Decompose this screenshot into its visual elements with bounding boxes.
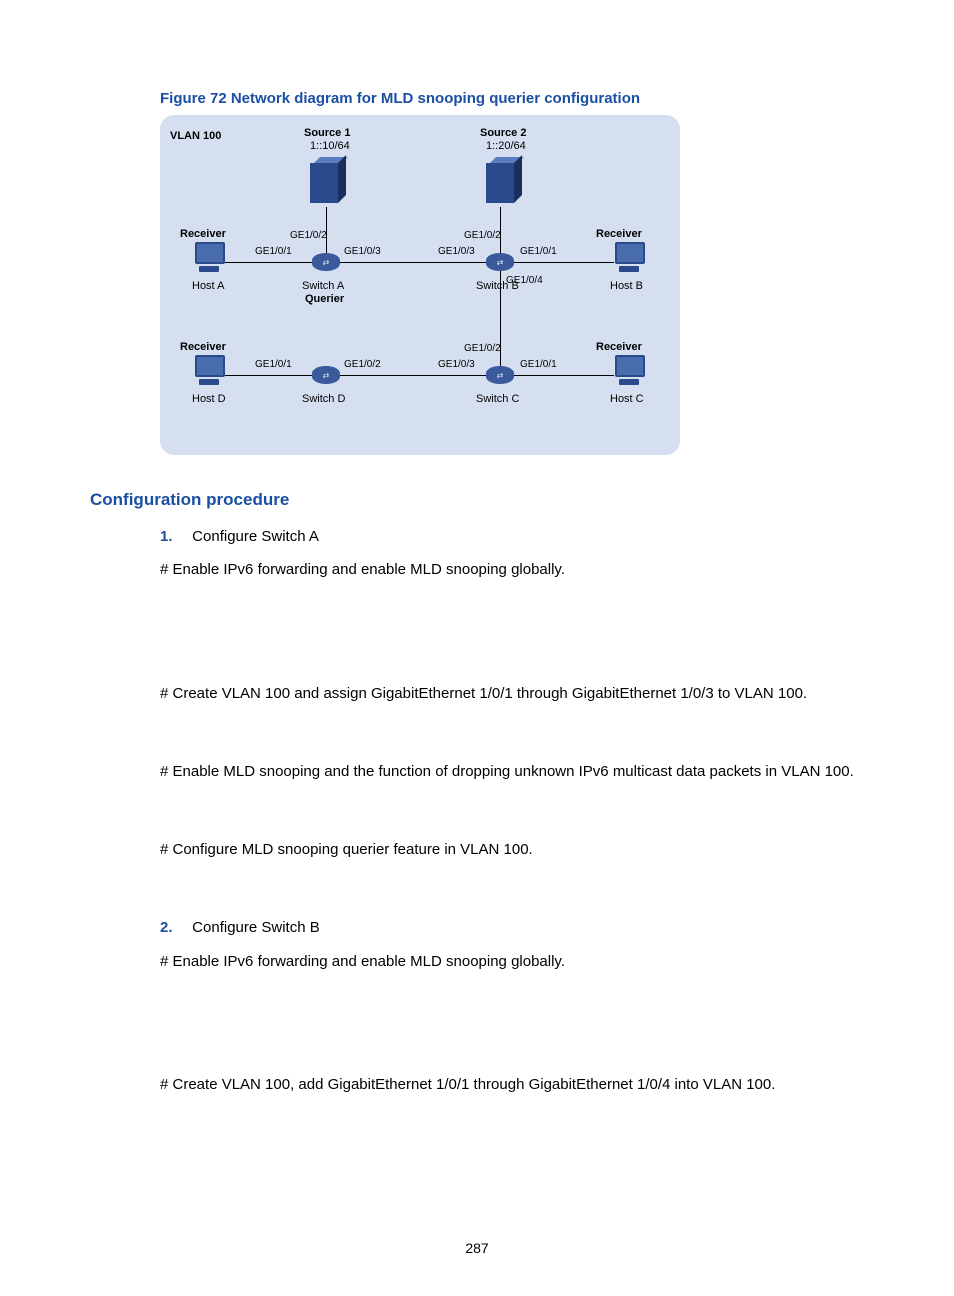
source2-title: Source 2 <box>480 127 526 139</box>
section-heading: Configuration procedure <box>90 490 864 510</box>
switch-icon: ⇄ <box>486 253 514 271</box>
host-c-label: Host C <box>610 393 644 405</box>
port-label: GE1/0/3 <box>438 359 475 370</box>
port-label: GE1/0/1 <box>520 359 557 370</box>
receiver-label: Receiver <box>180 341 226 353</box>
switch-icon: ⇄ <box>486 366 514 384</box>
switch-c-label: Switch C <box>476 393 519 405</box>
procedure-content: 1. Configure Switch A # Enable IPv6 forw… <box>160 525 864 1096</box>
step-text: # Enable MLD snooping and the function o… <box>160 760 864 783</box>
step-title: Configure Switch A <box>192 528 319 545</box>
port-label: GE1/0/2 <box>464 230 501 241</box>
network-diagram: VLAN 100 Source 1 1::10/64 Source 2 1::2… <box>160 115 680 455</box>
port-label: GE1/0/2 <box>464 343 501 354</box>
host-icon <box>615 242 643 274</box>
receiver-label: Receiver <box>596 341 642 353</box>
port-label: GE1/0/2 <box>344 359 381 370</box>
port-label: GE1/0/1 <box>255 246 292 257</box>
host-icon <box>195 242 223 274</box>
step-title: Configure Switch B <box>192 919 320 936</box>
switch-icon: ⇄ <box>312 253 340 271</box>
switch-icon: ⇄ <box>312 366 340 384</box>
switch-d-label: Switch D <box>302 393 345 405</box>
server-icon <box>310 155 342 205</box>
receiver-label: Receiver <box>180 228 226 240</box>
step-text: # Enable IPv6 forwarding and enable MLD … <box>160 558 864 581</box>
source2-addr: 1::20/64 <box>486 140 526 152</box>
host-d-label: Host D <box>192 393 226 405</box>
switch-a-label: Switch A <box>302 280 344 292</box>
step-text: # Enable IPv6 forwarding and enable MLD … <box>160 950 864 973</box>
port-label: GE1/0/2 <box>290 230 327 241</box>
port-label: GE1/0/3 <box>438 246 475 257</box>
receiver-label: Receiver <box>596 228 642 240</box>
step-number: 1. <box>160 525 188 548</box>
port-label: GE1/0/4 <box>506 275 543 286</box>
step-number: 2. <box>160 916 188 939</box>
port-label: GE1/0/1 <box>520 246 557 257</box>
server-icon <box>486 155 518 205</box>
page-number: 287 <box>0 1240 954 1256</box>
host-icon <box>195 355 223 387</box>
host-icon <box>615 355 643 387</box>
source1-title: Source 1 <box>304 127 350 139</box>
port-label: GE1/0/1 <box>255 359 292 370</box>
host-b-label: Host B <box>610 280 643 292</box>
querier-label: Querier <box>305 293 344 305</box>
step-text: # Create VLAN 100, add GigabitEthernet 1… <box>160 1073 864 1096</box>
vlan-label: VLAN 100 <box>170 130 221 142</box>
step-text: # Configure MLD snooping querier feature… <box>160 838 864 861</box>
host-a-label: Host A <box>192 280 224 292</box>
source1-addr: 1::10/64 <box>310 140 350 152</box>
step-text: # Create VLAN 100 and assign GigabitEthe… <box>160 682 864 705</box>
port-label: GE1/0/3 <box>344 246 381 257</box>
figure-caption: Figure 72 Network diagram for MLD snoopi… <box>160 90 864 107</box>
